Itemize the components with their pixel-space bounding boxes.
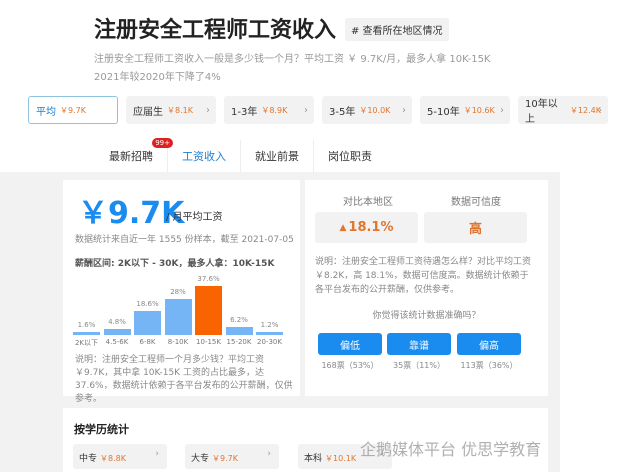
bar-value-label: 18.6% <box>136 299 159 308</box>
experience-chips: 平均 ￥9.7K 应届生 ￥8.1K › 1-3年 ￥8.9K › 3-5年 ￥10.0K ›… <box>28 96 608 125</box>
category-label: 20-30K <box>257 338 282 346</box>
tab-prospects[interactable]: 就业前景 <box>241 140 314 174</box>
bar-value-label: 6.2% <box>230 315 248 324</box>
tab-label: 就业前景 <box>255 150 299 163</box>
arrow-up-icon: ▲ <box>339 222 347 233</box>
chip-value: ￥12.4K <box>569 105 601 115</box>
edu-value: ￥10.1K <box>325 454 357 463</box>
category-label: 2K以下 <box>74 339 99 347</box>
bar-value-label: 28% <box>170 287 186 296</box>
chip-label: 应届生 <box>133 106 163 118</box>
trust-value: 高 <box>424 212 527 243</box>
chip-value: ￥10.6K <box>463 105 495 115</box>
local-percent: 18.1% <box>348 220 394 235</box>
tab-jobs[interactable]: 最新招聘 99+ <box>95 138 173 174</box>
chevron-right-icon: › <box>304 104 308 116</box>
chip-average[interactable]: 平均 ￥9.7K <box>28 96 118 124</box>
category-label: 4.5-6K <box>105 338 129 346</box>
salary-unit: / 月平均工资 <box>166 212 223 223</box>
bar-value-label: 37.6% <box>197 275 220 283</box>
category-label: 15-20K <box>226 338 252 346</box>
chip-3-5[interactable]: 3-5年 ￥10.0K › <box>322 96 412 124</box>
tab-salary[interactable]: 工资收入 <box>168 140 241 174</box>
chart-bar <box>225 326 253 335</box>
chevron-right-icon: › <box>206 104 210 116</box>
edu-college[interactable]: 大专 ￥9.7K › <box>185 444 279 469</box>
education-title: 按学历统计 <box>74 423 129 436</box>
chart-bar <box>134 310 161 335</box>
side-panel <box>560 172 641 472</box>
chip-value: ￥9.7K <box>60 105 86 115</box>
chart-bar <box>195 286 222 335</box>
chip-label: 3-5年 <box>329 106 356 118</box>
bar-value-label: 1.6% <box>77 321 96 329</box>
chip-label: 平均 <box>36 106 56 118</box>
chart-bar <box>73 332 100 335</box>
edu-value: ￥9.7K <box>212 454 238 463</box>
sample-info: 数据统计来自近一年 1555 份样本，截至 2021-07-05 <box>75 235 294 245</box>
category-label: 8-10K <box>167 338 189 346</box>
bar-value-label: 1.2% <box>260 321 279 329</box>
bar-value-label: 4.8% <box>108 317 126 326</box>
summary-line-2: 2021年较2020年下降了4% <box>94 72 221 83</box>
chip-value: ￥10.0K <box>359 105 391 115</box>
region-tag-button[interactable]: # 查看所在地区情况 <box>345 18 449 41</box>
chevron-right-icon: › <box>500 104 504 116</box>
summary-line-1: 注册安全工程师工资收入一般是多少钱一个月？平均工资 ￥ 9.7K/月，最多人拿 … <box>94 54 491 65</box>
chip-label: 1-3年 <box>231 106 258 118</box>
tab-label: 岗位职责 <box>328 150 372 163</box>
accuracy-question: 你觉得该统计数据准确吗？ <box>372 311 481 321</box>
vote-low-button[interactable]: 偏低 <box>318 333 382 355</box>
chip-5-10[interactable]: 5-10年 ￥10.6K › <box>420 96 510 124</box>
compare-note: 说明：注册安全工程师工资待遇怎么样？对比平均工资 ￥8.2K，高 18.1%，数… <box>315 257 532 295</box>
chip-value: ￥8.1K <box>167 105 193 115</box>
chip-value: ￥8.9K <box>261 105 288 115</box>
vote-high-button[interactable]: 偏高 <box>457 333 521 355</box>
watermark: 企鹅媒体平台 优思学教育 <box>360 440 542 459</box>
vote-accurate-count: 35票（11%） <box>393 361 445 370</box>
chart-bar <box>256 332 283 335</box>
tab-label: 工资收入 <box>182 150 226 163</box>
chip-1-3[interactable]: 1-3年 ￥8.9K › <box>224 96 314 124</box>
trust-label: 数据可信度 <box>451 197 501 208</box>
edu-secondary[interactable]: 中专 ￥8.8K › <box>73 444 167 469</box>
salary-note: 说明：注册安全工程师一个月多少钱？平均工资 ￥9.7K，其中拿 10K-15K … <box>75 355 293 404</box>
chevron-right-icon: › <box>402 104 406 116</box>
tab-label: 最新招聘 <box>109 150 153 163</box>
salary-range: 薪酬区间: 2K以下 - 30K，最多人拿：10K-15K <box>75 259 275 269</box>
category-label: 10-15K <box>196 338 221 346</box>
chart-bar <box>103 328 131 335</box>
compare-local-label: 对比本地区 <box>343 197 393 208</box>
chevron-right-icon: › <box>598 104 602 116</box>
edu-label: 本科 <box>304 454 323 464</box>
tab-duties[interactable]: 岗位职责 <box>314 140 386 174</box>
vote-high-count: 113票（36%） <box>460 361 518 370</box>
vote-accurate-button[interactable]: 靠谱 <box>387 333 451 355</box>
chip-label: 5-10年 <box>427 106 460 118</box>
chevron-right-icon: › <box>155 449 159 459</box>
chip-label: 10年以上 <box>525 99 558 125</box>
edu-label: 大专 <box>191 454 210 464</box>
chevron-right-icon: › <box>267 449 271 459</box>
category-label: 6-8K <box>139 338 156 346</box>
page-title: 注册安全工程师工资收入 <box>94 18 337 43</box>
chart-bar <box>164 298 192 335</box>
tab-bar: 最新招聘 99+ 工资收入 就业前景 岗位职责 <box>95 138 386 174</box>
compare-local-value: ▲ 18.1% <box>315 212 418 243</box>
edu-label: 中专 <box>79 454 98 464</box>
edu-value: ￥8.8K <box>100 454 126 463</box>
vote-low-count: 168票（53%） <box>321 361 379 370</box>
chip-10plus[interactable]: 10年以上 ￥12.4K › <box>518 96 608 125</box>
chip-graduate[interactable]: 应届生 ￥8.1K › <box>126 96 216 124</box>
